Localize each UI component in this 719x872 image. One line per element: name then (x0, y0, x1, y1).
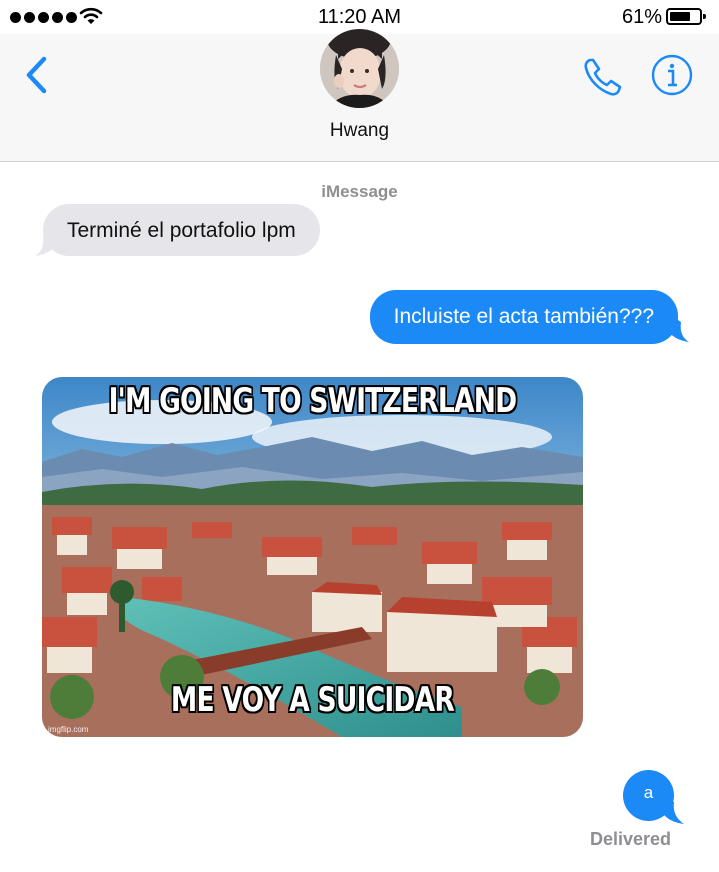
battery-icon (666, 8, 706, 25)
watermark: imgflip.com (48, 725, 89, 734)
call-button[interactable] (578, 52, 628, 102)
message-bubble-outgoing[interactable]: Incluiste el acta también??? (369, 290, 678, 344)
conversation-header: Hwang (0, 29, 719, 162)
phone-icon (584, 58, 622, 96)
chevron-left-icon (26, 56, 47, 94)
message-bubble-outgoing[interactable]: a (623, 770, 674, 821)
image-message[interactable]: I'M GOING TO SWITZERLAND ME VOY A SUICID… (42, 377, 583, 737)
battery-percentage: 61% (622, 6, 663, 28)
status-time: 11:20 AM (317, 6, 402, 28)
avatar[interactable] (320, 29, 399, 108)
delivery-status: Delivered (589, 829, 671, 849)
back-button[interactable] (20, 50, 60, 100)
contact-name[interactable]: Hwang (0, 120, 719, 142)
info-button[interactable] (650, 53, 694, 97)
meme-caption-top: I'M GOING TO SWITZERLAND (108, 381, 518, 421)
service-label: iMessage (321, 182, 398, 201)
message-bubble-incoming[interactable]: Terminé el portafolio lpm (43, 204, 320, 256)
meme-caption-bottom: ME VOY A SUICIDAR (170, 680, 455, 720)
